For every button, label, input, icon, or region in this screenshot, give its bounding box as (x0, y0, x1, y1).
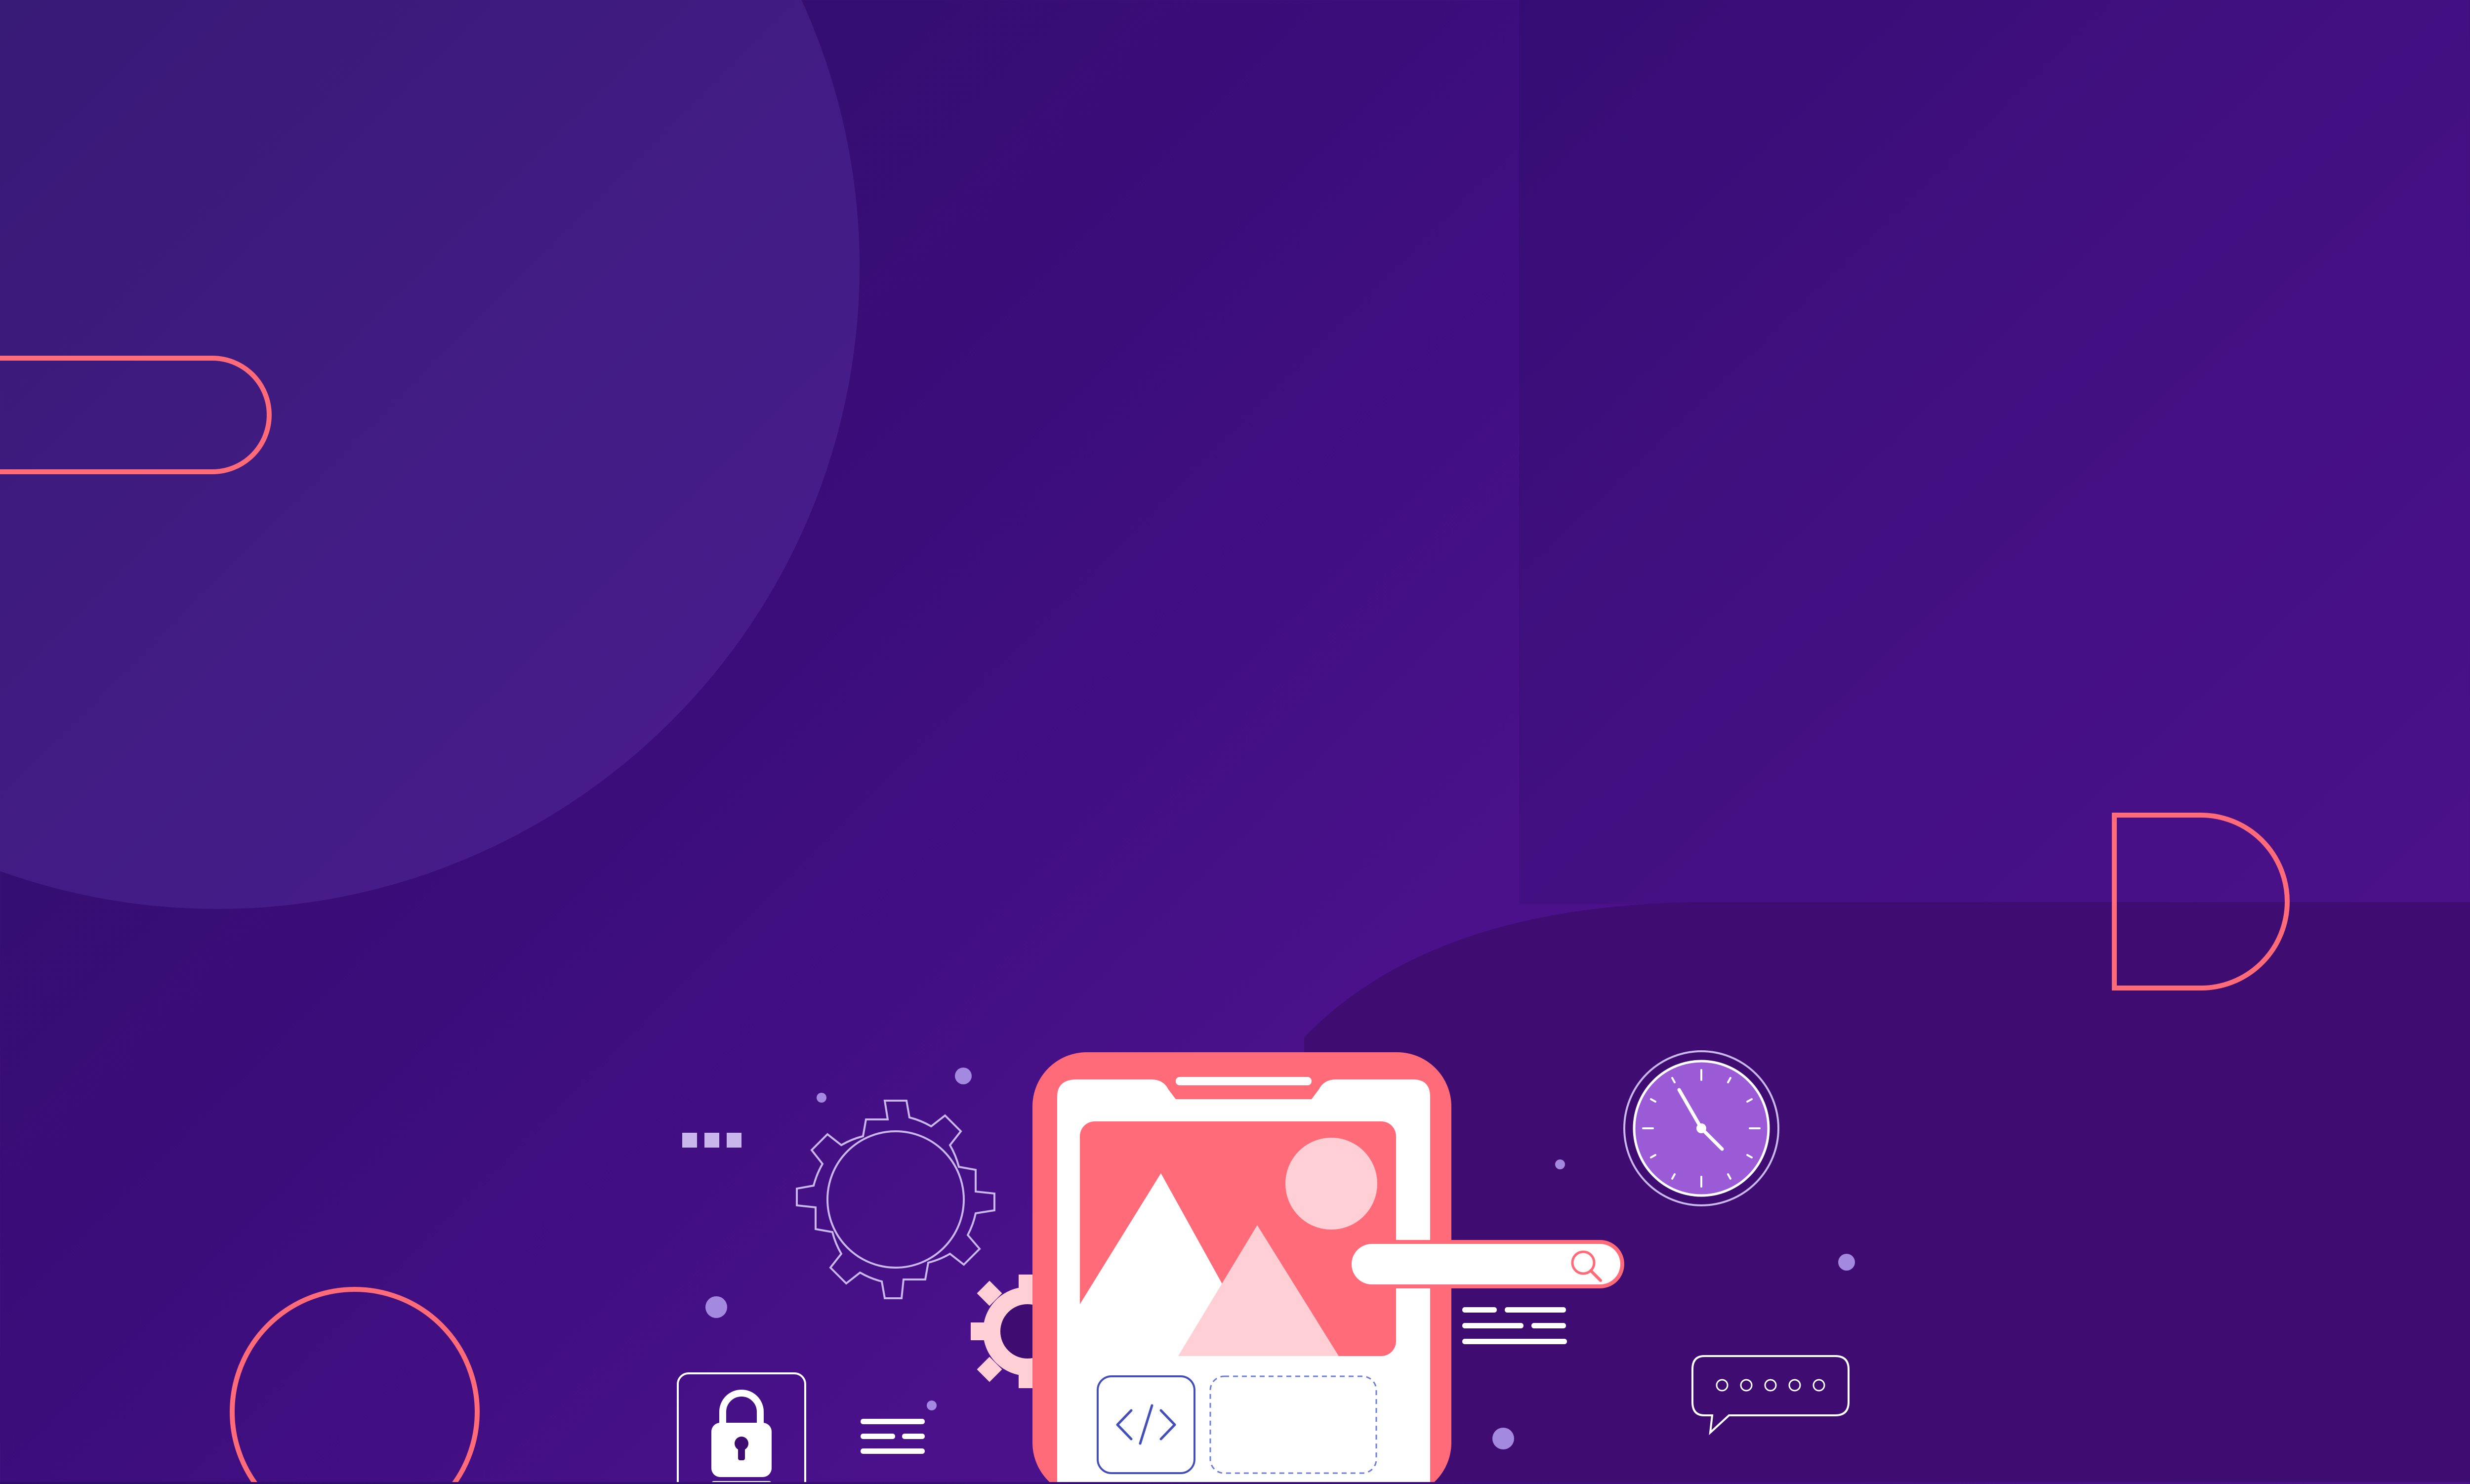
search-bar (1348, 1240, 1624, 1288)
loading-square (704, 1133, 719, 1148)
dot (927, 1401, 937, 1410)
image-sun (1285, 1138, 1377, 1230)
lock-icon (711, 1390, 772, 1484)
chat-dot (1740, 1379, 1753, 1392)
chat-dot (1812, 1379, 1825, 1392)
dot (1492, 1428, 1514, 1449)
chat-dot (1716, 1379, 1729, 1392)
dot (705, 1296, 727, 1318)
search-bar-field (1348, 1240, 1624, 1288)
text-line (1531, 1323, 1566, 1328)
text-line (1505, 1307, 1566, 1313)
text-line (902, 1434, 925, 1439)
gear-inner-circle (826, 1130, 965, 1269)
clock-icon (1623, 1050, 1779, 1206)
lock-card (677, 1372, 806, 1484)
chat-dot (1764, 1379, 1777, 1392)
text-line (861, 1419, 925, 1424)
text-line (861, 1448, 925, 1454)
dot (817, 1093, 826, 1103)
dot (955, 1068, 972, 1084)
text-lines-icon-small (861, 1419, 925, 1454)
dot (1838, 1254, 1855, 1271)
phone-speaker (1176, 1077, 1312, 1085)
dot (1555, 1159, 1565, 1169)
illustration-art (677, 1050, 1855, 1484)
text-lines-icon (1462, 1307, 1567, 1344)
loading-square (682, 1133, 697, 1148)
loading-square (727, 1133, 741, 1148)
clock-center (1696, 1123, 1706, 1133)
chat-bubble-outline (1691, 1355, 1850, 1436)
lock-shackle (719, 1390, 764, 1428)
text-line (1462, 1307, 1497, 1313)
loading-squares (682, 1133, 741, 1148)
lock-keyhole-slot (738, 1445, 745, 1460)
illustration (0, 0, 2470, 1484)
gear-icon (796, 1100, 995, 1299)
chat-dots (1716, 1379, 1825, 1392)
text-line (1462, 1339, 1567, 1344)
chat-dot (1788, 1379, 1801, 1392)
text-line (1462, 1323, 1523, 1328)
small-gear-tooth (971, 1322, 990, 1340)
empty-dashed-tile (1209, 1375, 1377, 1474)
chat-bubble-icon (1691, 1355, 1850, 1436)
text-line (861, 1434, 895, 1439)
